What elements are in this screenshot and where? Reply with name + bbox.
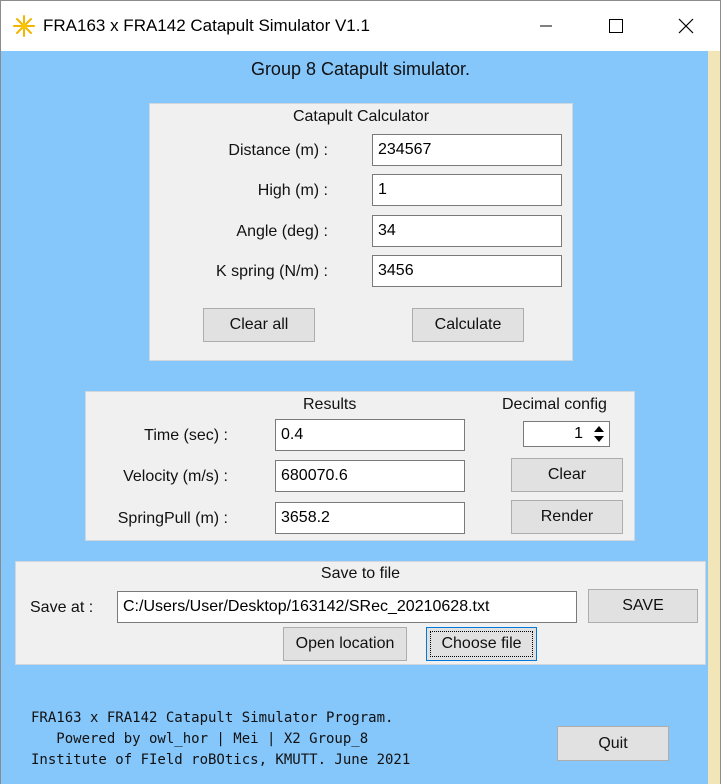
- save-at-label: Save at :: [30, 599, 94, 616]
- velocity-output[interactable]: 680070.6: [275, 460, 465, 492]
- close-button[interactable]: [651, 1, 721, 51]
- quit-button[interactable]: Quit: [557, 726, 669, 761]
- maximize-icon: [609, 19, 623, 33]
- k-spring-label: K spring (N/m) :: [215, 263, 328, 280]
- catapult-calculator-panel: Catapult Calculator Distance (m) : 23456…: [149, 103, 573, 361]
- decimal-config-value: 1: [574, 425, 583, 442]
- close-icon: [678, 18, 694, 34]
- angle-input[interactable]: 34: [372, 215, 562, 247]
- save-button[interactable]: SAVE: [588, 589, 698, 623]
- window-title: FRA163 x FRA142 Catapult Simulator V1.1: [43, 16, 370, 35]
- credits-line-2: Powered by owl_hor | Mei | X2 Group_8: [31, 731, 369, 747]
- time-label: Time (sec) :: [144, 427, 228, 444]
- distance-label: Distance (m) :: [228, 142, 328, 159]
- angle-label: Angle (deg) :: [236, 223, 328, 240]
- decimal-config-spinbox[interactable]: 1: [523, 421, 610, 447]
- credits-text: FRA163 x FRA142 Catapult Simulator Progr…: [31, 708, 410, 771]
- credits-line-3: Institute of FIeld roBOtics, KMUTT. June…: [31, 752, 411, 768]
- minimize-button[interactable]: [511, 1, 581, 51]
- render-button[interactable]: Render: [511, 500, 623, 534]
- client-area: Group 8 Catapult simulator. Catapult Cal…: [1, 51, 720, 784]
- results-panel: Results Decimal config 1 Time (sec) : 0.…: [85, 391, 635, 541]
- credits-line-1: FRA163 x FRA142 Catapult Simulator Progr…: [31, 710, 394, 726]
- choose-file-button[interactable]: Choose file: [426, 627, 537, 661]
- save-panel-title: Save to file: [320, 565, 401, 582]
- decimal-config-title: Decimal config: [502, 396, 607, 413]
- clear-all-button[interactable]: Clear all: [203, 308, 315, 342]
- springpull-output[interactable]: 3658.2: [275, 502, 465, 534]
- distance-input[interactable]: 234567: [372, 134, 562, 166]
- k-spring-input[interactable]: 3456: [372, 255, 562, 287]
- high-input[interactable]: 1: [372, 174, 562, 206]
- save-path-input[interactable]: C:/Users/User/Desktop/163142/SRec_202106…: [117, 591, 577, 623]
- save-to-file-panel: Save to file Save at : C:/Users/User/Des…: [15, 561, 706, 665]
- focus-ring: [430, 631, 533, 657]
- velocity-label: Velocity (m/s) :: [123, 468, 228, 485]
- clear-button[interactable]: Clear: [511, 458, 623, 492]
- title-bar[interactable]: FRA163 x FRA142 Catapult Simulator V1.1: [1, 1, 720, 51]
- springpull-label: SpringPull (m) :: [117, 510, 228, 527]
- calculator-panel-title: Catapult Calculator: [292, 108, 430, 125]
- background-window-strip: [708, 51, 720, 784]
- maximize-button[interactable]: [581, 1, 651, 51]
- page-title: Group 8 Catapult simulator.: [250, 59, 471, 79]
- app-window: FRA163 x FRA142 Catapult Simulator V1.1 …: [0, 0, 721, 784]
- calculate-button[interactable]: Calculate: [412, 308, 524, 342]
- open-location-button[interactable]: Open location: [283, 627, 407, 661]
- results-panel-title: Results: [303, 396, 357, 413]
- spin-arrows-icon[interactable]: [591, 423, 607, 445]
- sun-app-icon: [13, 15, 35, 37]
- time-output[interactable]: 0.4: [275, 419, 465, 451]
- high-label: High (m) :: [257, 182, 328, 199]
- minimize-icon: [540, 25, 552, 27]
